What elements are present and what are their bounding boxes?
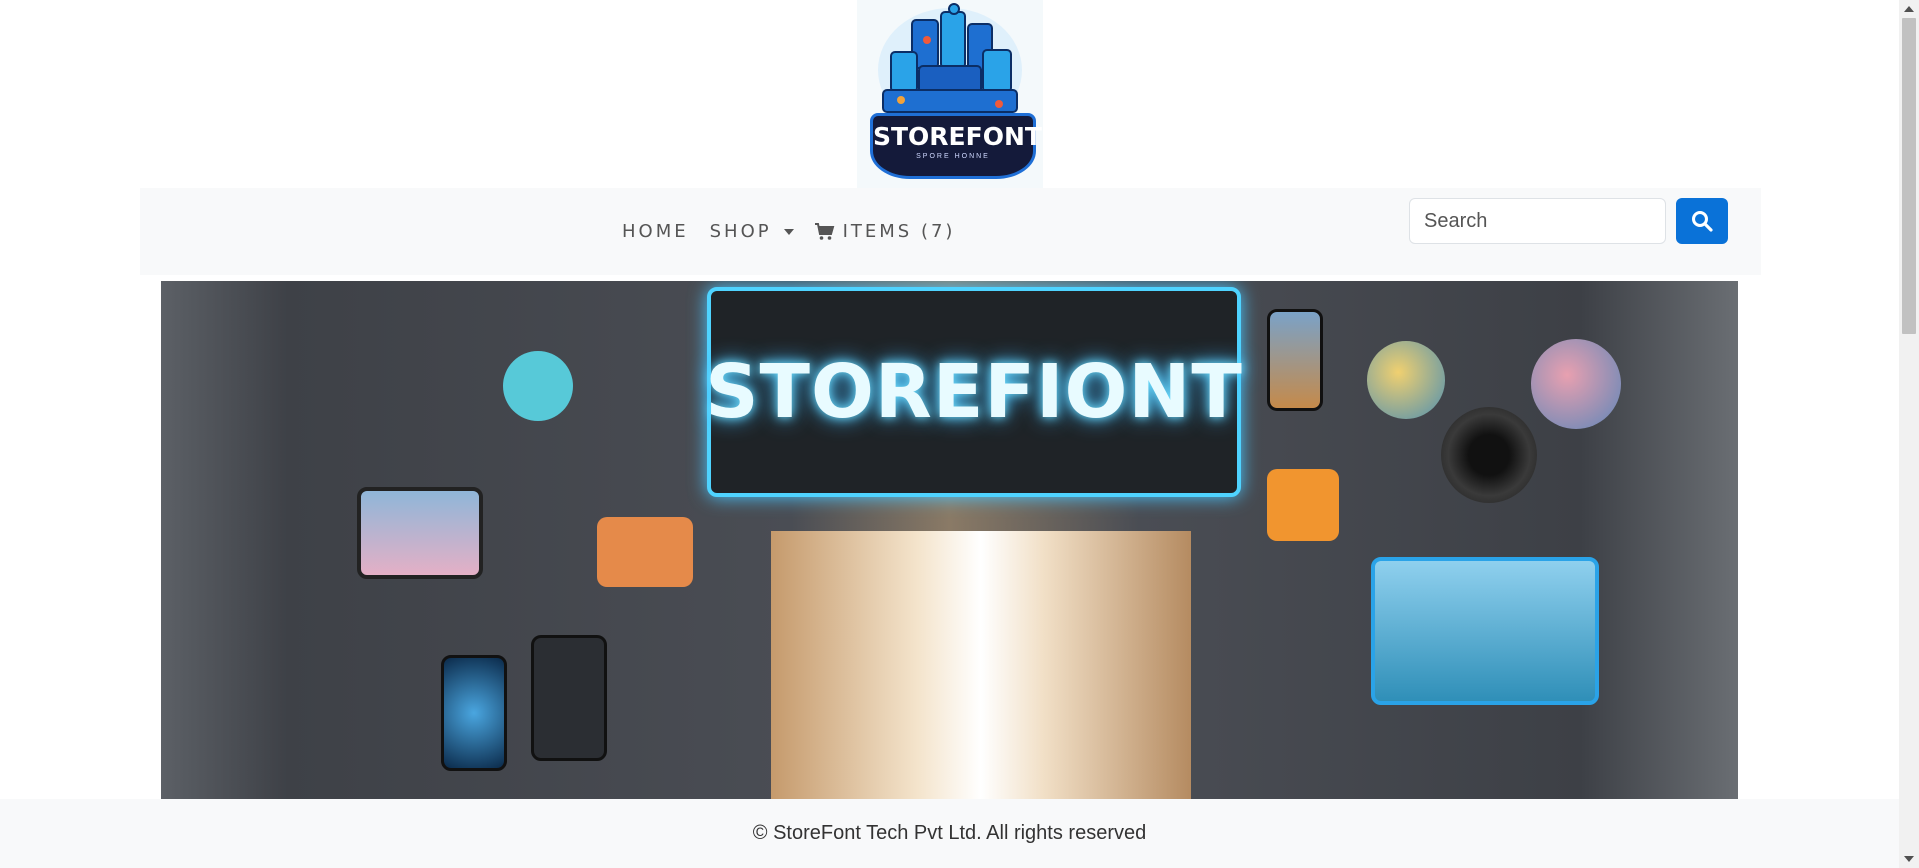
search-input[interactable] bbox=[1409, 198, 1666, 244]
hero-device-wifi bbox=[531, 635, 607, 761]
hero-device-phone-left bbox=[441, 655, 507, 771]
hero-device-ball-2 bbox=[1367, 341, 1445, 419]
hero-banner: STOREFIONT bbox=[161, 281, 1738, 799]
hero-device-chat bbox=[1267, 469, 1339, 541]
nav-home-link[interactable]: HOME bbox=[622, 221, 689, 242]
hero-device-heart bbox=[503, 351, 573, 421]
hero-device-screen-right bbox=[1371, 557, 1599, 705]
store-logo[interactable]: STOREFONT SPORE HONNE bbox=[857, 0, 1043, 188]
logo-title: STOREFONT bbox=[873, 122, 1042, 151]
nav-shop-dropdown[interactable]: SHOP bbox=[710, 221, 794, 242]
caret-down-icon bbox=[783, 228, 794, 235]
hero-device-tablet-left bbox=[357, 487, 483, 579]
page: STOREFONT SPORE HONNE HOME SHOP ITEMS (7… bbox=[0, 0, 1899, 868]
logo-badge: STOREFONT SPORE HONNE bbox=[870, 113, 1042, 179]
footer: © StoreFont Tech Pvt Ltd. All rights res… bbox=[0, 799, 1899, 868]
nav-cart-label: ITEMS (7) bbox=[842, 221, 956, 242]
hero-device-orange bbox=[597, 517, 693, 587]
hero-device-phone-right bbox=[1267, 309, 1323, 411]
cart-icon bbox=[814, 222, 834, 240]
hero-doorway bbox=[771, 531, 1191, 799]
scroll-up-icon[interactable] bbox=[1904, 6, 1914, 12]
hero-device-ball bbox=[1531, 339, 1621, 429]
scroll-down-icon[interactable] bbox=[1904, 856, 1914, 862]
search-button[interactable] bbox=[1676, 198, 1728, 244]
search-icon bbox=[1692, 211, 1713, 232]
navbar: HOME SHOP ITEMS (7) bbox=[140, 188, 1761, 275]
logo-subtitle: SPORE HONNE bbox=[916, 153, 990, 160]
nav-cart-link[interactable]: ITEMS (7) bbox=[814, 221, 956, 242]
nav-links: HOME SHOP ITEMS (7) bbox=[622, 188, 955, 275]
hero-sign-text: STOREFIONT bbox=[705, 349, 1243, 435]
nav-shop-label: SHOP bbox=[709, 221, 772, 242]
hero-sign: STOREFIONT bbox=[705, 287, 1243, 497]
footer-copyright: © StoreFont Tech Pvt Ltd. All rights res… bbox=[752, 822, 1147, 844]
hero-device-camera bbox=[1441, 407, 1537, 503]
page-scrollbar[interactable] bbox=[1899, 0, 1919, 868]
scrollbar-thumb[interactable] bbox=[1902, 18, 1916, 334]
